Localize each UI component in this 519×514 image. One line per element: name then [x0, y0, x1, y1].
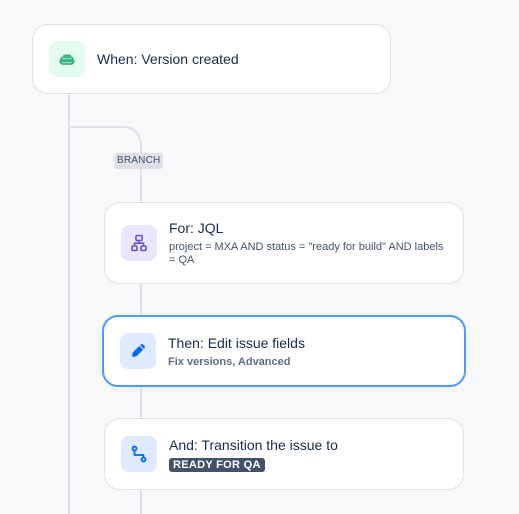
transition-issue-card[interactable]: And: Transition the issue to READY FOR Q…: [104, 418, 464, 490]
hierarchy-icon: [121, 225, 157, 261]
ship-icon: [49, 41, 85, 77]
edit-issue-fields-card[interactable]: Then: Edit issue fields Fix versions, Ad…: [102, 315, 466, 387]
trigger-card[interactable]: When: Version created: [32, 24, 391, 94]
branch-jql-card[interactable]: For: JQL project = MXA AND status = "rea…: [104, 202, 464, 284]
pencil-icon: [120, 333, 156, 369]
status-lozenge: READY FOR QA: [169, 458, 265, 472]
branch-card-title: For: JQL: [169, 220, 224, 236]
transition-icon: [121, 436, 157, 472]
jql-query-text: project = MXA AND status = "ready for bu…: [169, 241, 444, 266]
transition-issue-title: And: Transition the issue to: [169, 437, 338, 453]
edit-issue-fields-title: Then: Edit issue fields: [168, 334, 305, 351]
edit-issue-fields-details: Fix versions, Advanced: [168, 355, 291, 368]
branch-label: BRANCH: [114, 153, 164, 169]
branch-connector-horizontal: [70, 126, 127, 128]
branch-connector-curve: [125, 126, 141, 142]
workflow-trunk-connector: [68, 93, 70, 514]
trigger-title: When: Version created: [97, 51, 239, 67]
